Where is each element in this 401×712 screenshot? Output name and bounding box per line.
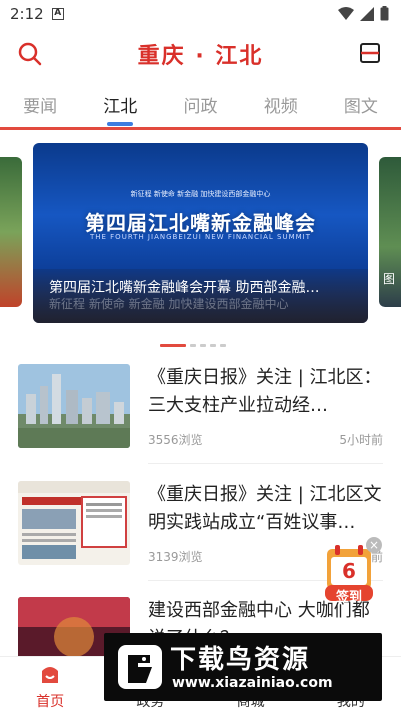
banner-next-peek[interactable]: 图: [379, 157, 401, 307]
carousel-dot: [190, 344, 196, 347]
carousel-dot: [210, 344, 216, 347]
news-views: 3556浏览: [148, 433, 203, 447]
tab-label: 问政: [183, 97, 218, 117]
status-bar: 2:12 A: [0, 0, 401, 28]
tabs-divider: [0, 127, 401, 130]
status-time: 2:12: [10, 5, 44, 23]
signal-icon: [360, 6, 374, 21]
news-title: 《重庆日报》关注 | 江北区：三大支柱产业拉动经…: [148, 367, 382, 416]
channel-tabs: 要闻 江北 问政 视频 图文: [0, 82, 401, 128]
news-time: 5小时前: [339, 433, 383, 447]
news-thumbnail: [18, 481, 130, 565]
news-list-item[interactable]: 《重庆日报》关注 | 江北区：三大支柱产业拉动经… 3556浏览 5小时前: [18, 364, 383, 464]
home-icon: [42, 667, 59, 683]
sign-in-label: 签到: [335, 590, 362, 605]
tab-jiangbei[interactable]: 江北: [80, 82, 160, 128]
banner-next-label: 图: [383, 272, 396, 286]
notification-icon: A: [51, 8, 64, 20]
menu-button[interactable]: [359, 42, 381, 64]
banner-top-text: 新征程 新使命 新金融 加快建设西部金融中心: [130, 190, 271, 198]
banner-sub-title: THE FOURTH JIANGBEIZUI NEW FINANCIAL SUM…: [89, 233, 312, 241]
nav-home[interactable]: 首页: [0, 657, 100, 712]
columns-icon: [360, 43, 380, 63]
tab-yaowen[interactable]: 要闻: [0, 82, 80, 128]
tab-label: 视频: [263, 97, 298, 117]
news-thumbnail: [18, 364, 130, 448]
banner-slide[interactable]: 新征程 新使命 新金融 加快建设西部金融中心 第四届江北嘴新金融峰会 THE F…: [33, 143, 368, 323]
tab-shipin[interactable]: 视频: [241, 82, 321, 128]
app-header: 重庆 · 江北: [0, 28, 401, 80]
news-title: 《重庆日报》关注 | 江北区文明实践站成立“百姓议事…: [148, 484, 382, 533]
carousel-dot: [160, 344, 186, 347]
tab-tuwen[interactable]: 图文: [321, 82, 401, 128]
city-skyline-image: [18, 364, 130, 448]
banner-prev-peek[interactable]: [0, 157, 22, 307]
watermark-title: 下载鸟资源: [170, 645, 311, 675]
bird-logo-icon: [118, 645, 162, 689]
carousel-dot: [200, 344, 206, 347]
tab-label: 图文: [343, 97, 378, 117]
newspaper-image: [18, 481, 130, 565]
battery-icon: [380, 6, 389, 21]
wifi-icon: [338, 6, 354, 20]
tab-wenzheng[interactable]: 问政: [160, 82, 240, 128]
divider: [148, 463, 383, 464]
tab-label: 要闻: [23, 97, 58, 117]
tab-indicator: [107, 122, 134, 126]
status-indicators: [338, 6, 389, 21]
nav-label: 首页: [36, 694, 65, 710]
news-views: 3139浏览: [148, 550, 203, 564]
close-icon[interactable]: ×: [366, 537, 382, 553]
banner-backdrop-text: 新征程 新使命 新金融 加快建设西部金融中心: [49, 297, 289, 311]
carousel-dot: [220, 344, 226, 347]
site-watermark: 下载鸟资源 www.xiazainiao.com: [104, 633, 382, 701]
carousel-dots: [160, 344, 226, 347]
sign-in-badge[interactable]: 6 签到: [323, 543, 375, 605]
tab-label: 江北: [103, 97, 138, 117]
app-title: 重庆 · 江北: [137, 44, 264, 69]
watermark-url: www.xiazainiao.com: [172, 675, 333, 691]
banner-caption: 第四届江北嘴新金融峰会开幕 助西部金融…: [49, 280, 320, 296]
banner-main-title: 第四届江北嘴新金融峰会: [85, 211, 316, 235]
sign-in-day: 6: [342, 559, 356, 583]
